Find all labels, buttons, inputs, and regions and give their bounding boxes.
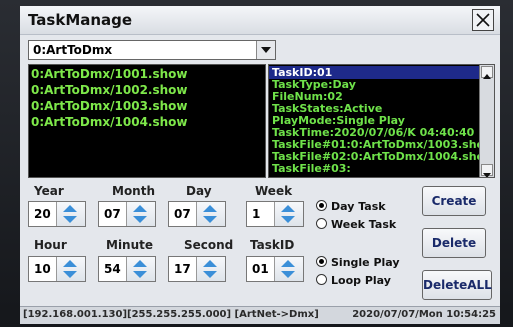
week-task-label: Week Task bbox=[331, 218, 397, 231]
second-spinner[interactable]: 17 bbox=[168, 256, 226, 282]
delete-button[interactable]: Delete bbox=[422, 228, 486, 258]
second-value: 17 bbox=[174, 262, 191, 276]
list-item[interactable]: 0:ArtToDmx/1001.show bbox=[31, 67, 188, 81]
spin-up-icon bbox=[133, 260, 147, 267]
spin-down-icon bbox=[133, 216, 147, 223]
loop-play-label: Loop Play bbox=[331, 274, 391, 287]
network-status: [192.168.001.130][255.255.255.000] [ArtN… bbox=[23, 309, 319, 320]
loop-play-radio[interactable]: Loop Play bbox=[316, 274, 391, 287]
hour-spinner[interactable]: 10 bbox=[28, 256, 86, 282]
task-info-list[interactable]: TaskID:01 TaskType:Day FileNum:02 TaskSt… bbox=[268, 64, 495, 178]
spin-arrows[interactable] bbox=[274, 257, 303, 281]
spin-down-icon bbox=[281, 216, 295, 223]
spin-up-icon bbox=[281, 260, 295, 267]
second-label: Second bbox=[184, 238, 234, 252]
radio-dot bbox=[316, 256, 327, 267]
week-task-radio[interactable]: Week Task bbox=[316, 218, 396, 231]
dropdown-value: 0:ArtToDmx bbox=[33, 43, 113, 57]
month-label: Month bbox=[112, 184, 156, 198]
spin-arrows[interactable] bbox=[126, 202, 155, 226]
spin-down-icon bbox=[133, 271, 147, 278]
list-item[interactable]: 0:ArtToDmx/1003.show bbox=[31, 99, 188, 113]
spin-down-icon bbox=[281, 271, 295, 278]
week-label: Week bbox=[255, 184, 293, 198]
single-play-radio[interactable]: Single Play bbox=[316, 256, 400, 269]
spin-up-icon bbox=[63, 205, 77, 212]
year-value: 20 bbox=[34, 207, 51, 221]
show-folder-dropdown[interactable]: 0:ArtToDmx bbox=[28, 40, 276, 60]
create-button[interactable]: Create bbox=[422, 186, 486, 216]
spin-arrows[interactable] bbox=[196, 202, 225, 226]
close-button[interactable] bbox=[472, 9, 494, 31]
show-file-list[interactable]: 0:ArtToDmx/1001.show 0:ArtToDmx/1002.sho… bbox=[28, 64, 266, 178]
spin-arrows[interactable] bbox=[274, 202, 303, 226]
hour-label: Hour bbox=[34, 238, 67, 252]
week-value: 1 bbox=[252, 207, 261, 221]
title-bar: TaskManage bbox=[20, 6, 500, 35]
minute-spinner[interactable]: 54 bbox=[98, 256, 156, 282]
spin-down-icon bbox=[63, 216, 77, 223]
arrow-down-icon bbox=[483, 173, 491, 177]
taskid-value: 01 bbox=[252, 262, 269, 276]
single-play-label: Single Play bbox=[331, 256, 400, 269]
day-value: 07 bbox=[174, 207, 191, 221]
spin-up-icon bbox=[133, 205, 147, 212]
spin-up-icon bbox=[203, 260, 217, 267]
spin-down-icon bbox=[63, 271, 77, 278]
day-task-radio[interactable]: Day Task bbox=[316, 200, 386, 213]
day-task-label: Day Task bbox=[331, 200, 386, 213]
status-bar: [192.168.001.130][255.255.255.000] [ArtN… bbox=[20, 306, 500, 324]
spin-arrows[interactable] bbox=[196, 257, 225, 281]
spin-down-icon bbox=[203, 271, 217, 278]
window-title: TaskManage bbox=[28, 11, 133, 29]
list-item[interactable]: 0:ArtToDmx/1004.show bbox=[31, 115, 188, 129]
spin-up-icon bbox=[281, 205, 295, 212]
day-label: Day bbox=[186, 184, 212, 198]
spin-arrows[interactable] bbox=[56, 257, 85, 281]
month-value: 07 bbox=[104, 207, 121, 221]
scroll-up-button[interactable] bbox=[481, 66, 493, 79]
radio-dot bbox=[316, 200, 327, 211]
month-spinner[interactable]: 07 bbox=[98, 201, 156, 227]
task-info-line: TaskFile#03: bbox=[272, 162, 351, 175]
app-window: TaskManage 0:ArtToDmx 0:ArtToDmx/1001.sh… bbox=[20, 6, 500, 324]
week-spinner[interactable]: 1 bbox=[246, 201, 304, 227]
task-info-scrollbar[interactable] bbox=[479, 65, 494, 177]
minute-label: Minute bbox=[106, 238, 154, 252]
radio-dot bbox=[316, 218, 327, 229]
delete-all-button[interactable]: DeleteALL bbox=[422, 270, 492, 300]
spin-up-icon bbox=[63, 260, 77, 267]
spin-arrows[interactable] bbox=[56, 202, 85, 226]
arrow-up-icon bbox=[483, 74, 491, 79]
day-spinner[interactable]: 07 bbox=[168, 201, 226, 227]
taskid-spinner[interactable]: 01 bbox=[246, 256, 304, 282]
minute-value: 54 bbox=[104, 262, 121, 276]
dropdown-arrow-button[interactable] bbox=[256, 41, 275, 59]
hour-value: 10 bbox=[34, 262, 51, 276]
list-item[interactable]: 0:ArtToDmx/1002.show bbox=[31, 83, 188, 97]
scroll-down-button[interactable] bbox=[481, 164, 493, 177]
year-spinner[interactable]: 20 bbox=[28, 201, 86, 227]
radio-dot bbox=[316, 274, 327, 285]
spin-down-icon bbox=[203, 216, 217, 223]
close-icon bbox=[476, 13, 490, 27]
year-label: Year bbox=[34, 184, 64, 198]
spin-up-icon bbox=[203, 205, 217, 212]
taskid-label: TaskID bbox=[250, 238, 295, 252]
clock: 2020/07/07/Mon 10:54:25 bbox=[352, 309, 496, 320]
chevron-down-icon bbox=[261, 47, 271, 53]
spin-arrows[interactable] bbox=[126, 257, 155, 281]
